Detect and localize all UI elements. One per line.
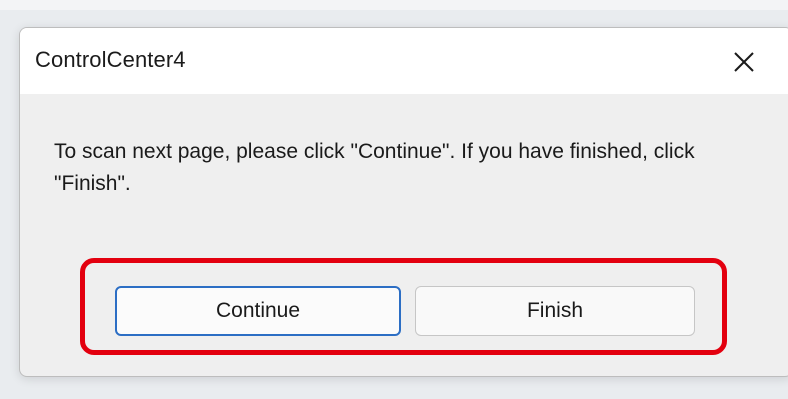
finish-button[interactable]: Finish — [415, 286, 695, 336]
continue-button[interactable]: Continue — [115, 286, 401, 336]
dialog-titlebar: ControlCenter4 — [20, 28, 788, 94]
dialog-message: To scan next page, please click "Continu… — [54, 140, 695, 195]
screen: ControlCenter4 To scan next page, please… — [0, 0, 788, 399]
dialog-title: ControlCenter4 — [35, 47, 186, 72]
message-dialog: ControlCenter4 To scan next page, please… — [19, 27, 788, 377]
backdrop — [0, 0, 788, 10]
close-button[interactable] — [720, 42, 768, 82]
close-icon — [734, 52, 754, 72]
